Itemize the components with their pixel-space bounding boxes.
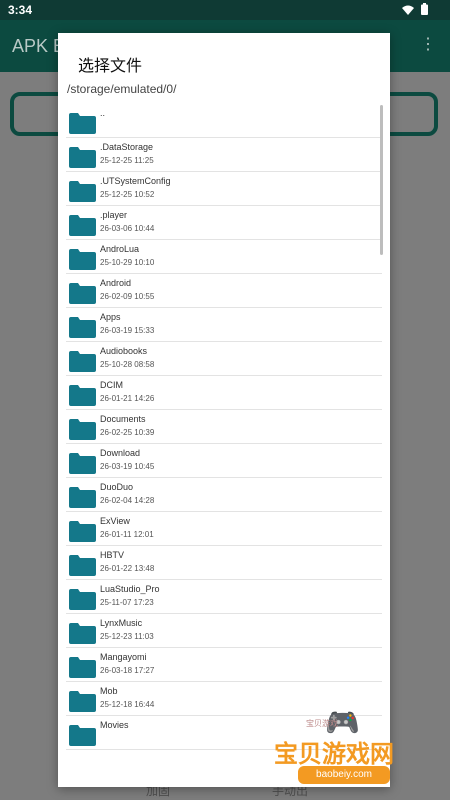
file-name: LynxMusic [100, 618, 143, 628]
file-list[interactable]: .. .DataStorage 25-12-25 11:25 .UTSystemCon… [66, 104, 382, 750]
file-list-item[interactable]: .UTSystemConfig 25-12-25 10:52 [66, 172, 382, 206]
file-name: .player [100, 210, 128, 220]
file-name: HBTV [100, 550, 125, 560]
dialog-title: 选择文件 [78, 58, 143, 75]
file-name: Mob [100, 686, 118, 696]
battery-icon [421, 3, 428, 18]
status-time: 3:34 [8, 3, 33, 17]
folder-icon [69, 112, 96, 134]
file-date: 25-10-28 08:58 [100, 360, 155, 369]
file-name: .. [100, 108, 106, 118]
file-list-item[interactable]: LynxMusic 25-12-23 11:03 [66, 614, 382, 648]
folder-icon [69, 384, 96, 406]
file-list-item[interactable]: DCIM 26-01-21 14:26 [66, 376, 382, 410]
overflow-menu-icon[interactable]: ⋮ [420, 34, 436, 54]
file-date: 25-11-07 17:23 [100, 598, 154, 607]
file-list-item[interactable]: Audiobooks 25-10-28 08:58 [66, 342, 382, 376]
folder-icon [69, 350, 96, 372]
file-name: DuoDuo [100, 482, 134, 492]
file-name: DCIM [100, 380, 123, 390]
file-list-item[interactable]: .. [66, 104, 382, 138]
file-name: LuaStudio_Pro [100, 584, 160, 594]
file-list-item[interactable]: Download 26-03-19 10:45 [66, 444, 382, 478]
file-date: 25-10-29 10:10 [100, 258, 155, 267]
status-icons [398, 3, 428, 18]
folder-icon [69, 316, 96, 338]
folder-icon [69, 486, 96, 508]
file-name: Mangayomi [100, 652, 147, 662]
folder-icon [69, 180, 96, 202]
folder-icon [69, 622, 96, 644]
file-name: .UTSystemConfig [100, 176, 171, 186]
file-date: 26-02-04 14:28 [100, 496, 155, 505]
folder-icon [69, 282, 96, 304]
file-name: Audiobooks [100, 346, 148, 356]
file-list-viewport[interactable]: .. .DataStorage 25-12-25 11:25 .UTSystemCon… [66, 104, 382, 759]
folder-icon [69, 656, 96, 678]
file-name: Apps [100, 312, 121, 322]
file-name: ExView [100, 516, 130, 526]
folder-icon [69, 214, 96, 236]
file-date: 26-03-19 15:33 [100, 326, 155, 335]
file-list-item[interactable]: .player 26-03-06 10:44 [66, 206, 382, 240]
watermark-logo: 🎮 宝贝游戏 宝贝游戏网 baobeiy.com [270, 706, 430, 792]
file-date: 26-01-11 12:01 [100, 530, 154, 539]
folder-icon [69, 588, 96, 610]
file-list-item[interactable]: LuaStudio_Pro 25-11-07 17:23 [66, 580, 382, 614]
file-date: 26-03-19 10:45 [100, 462, 155, 471]
wifi-icon [401, 4, 414, 18]
file-name: .DataStorage [100, 142, 154, 152]
file-name: Movies [100, 720, 129, 730]
file-list-item[interactable]: Apps 26-03-19 15:33 [66, 308, 382, 342]
watermark-text: 宝贝游戏网 [274, 741, 394, 768]
folder-icon [69, 724, 96, 746]
file-date: 26-03-18 17:27 [100, 666, 155, 675]
file-date: 25-12-25 10:52 [100, 190, 155, 199]
current-path: /storage/emulated/0/ [67, 82, 177, 96]
file-list-item[interactable]: AndroLua 25-10-29 10:10 [66, 240, 382, 274]
file-list-item[interactable]: HBTV 26-01-22 13:48 [66, 546, 382, 580]
folder-icon [69, 146, 96, 168]
file-date: 26-01-22 13:48 [100, 564, 155, 573]
file-list-item[interactable]: DuoDuo 26-02-04 14:28 [66, 478, 382, 512]
folder-icon [69, 452, 96, 474]
file-date: 26-01-21 14:26 [100, 394, 155, 403]
watermark-small-text: 宝贝游戏 [306, 719, 338, 728]
scrollbar[interactable] [380, 105, 383, 255]
file-date: 26-02-25 10:39 [100, 428, 155, 437]
file-name: Android [100, 278, 132, 288]
file-list-item[interactable]: .DataStorage 25-12-25 11:25 [66, 138, 382, 172]
file-name: AndroLua [100, 244, 140, 254]
file-list-item[interactable]: Documents 26-02-25 10:39 [66, 410, 382, 444]
folder-icon [69, 554, 96, 576]
folder-icon [69, 690, 96, 712]
file-date: 26-02-09 10:55 [100, 292, 155, 301]
file-date: 25-12-23 11:03 [100, 632, 154, 641]
folder-icon [69, 520, 96, 542]
folder-icon [69, 248, 96, 270]
file-name: Download [100, 448, 141, 458]
status-bar: 3:34 [0, 0, 450, 20]
file-list-item[interactable]: Mangayomi 26-03-18 17:27 [66, 648, 382, 682]
file-list-item[interactable]: Android 26-02-09 10:55 [66, 274, 382, 308]
file-list-item[interactable]: ExView 26-01-11 12:01 [66, 512, 382, 546]
file-name: Documents [100, 414, 146, 424]
file-date: 25-12-18 16:44 [100, 700, 155, 709]
file-picker-dialog: 选择文件 /storage/emulated/0/ .. .DataStorage… [58, 33, 390, 787]
watermark-url: baobeiy.com [298, 766, 390, 784]
file-date: 26-03-06 10:44 [100, 224, 155, 233]
file-date: 25-12-25 11:25 [100, 156, 154, 165]
folder-icon [69, 418, 96, 440]
